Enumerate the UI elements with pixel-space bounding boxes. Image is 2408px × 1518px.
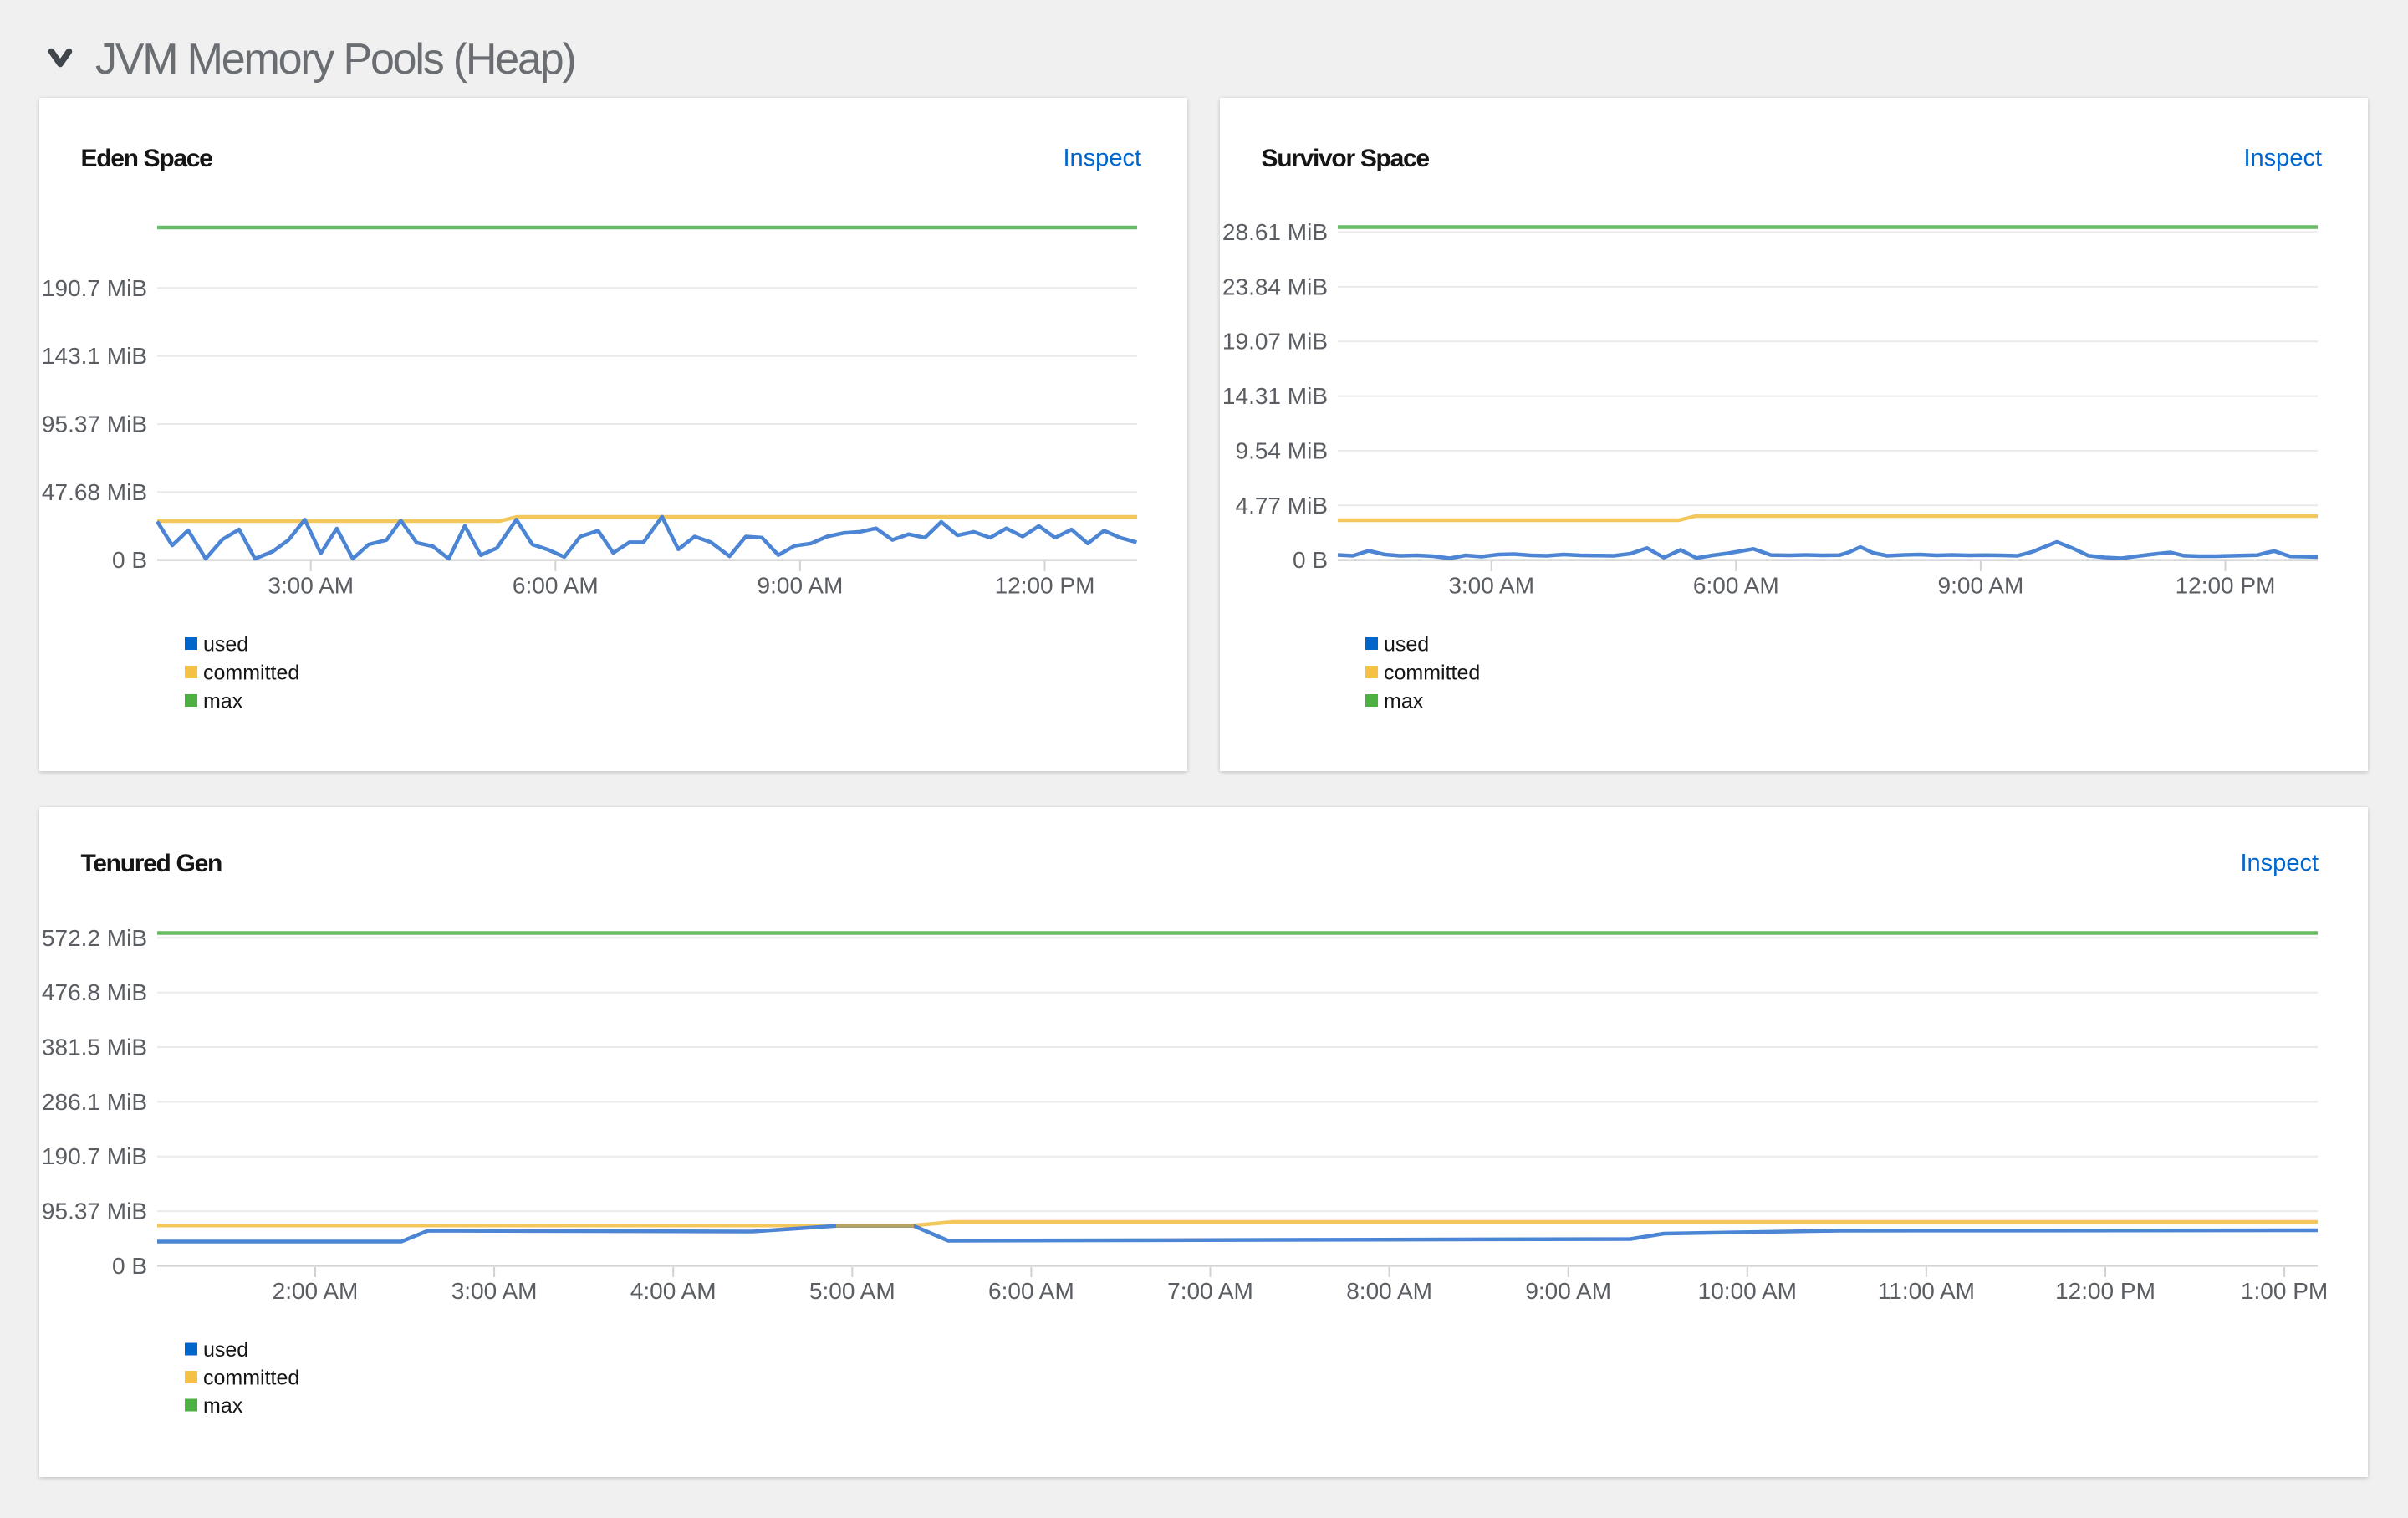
svg-text:Survivor Space: Survivor Space [1262,145,1430,172]
svg-text:143.1 MiB: 143.1 MiB [42,343,147,369]
svg-text:committed: committed [203,662,299,685]
svg-text:2:00 AM: 2:00 AM [273,1278,359,1304]
svg-text:Tenured Gen: Tenured Gen [81,850,222,877]
svg-text:12:00 PM: 12:00 PM [995,573,1095,599]
svg-text:286.1 MiB: 286.1 MiB [42,1089,147,1115]
svg-text:3:00 AM: 3:00 AM [1448,573,1534,599]
svg-text:9.54 MiB: 9.54 MiB [1236,437,1329,463]
svg-text:used: used [203,1338,248,1362]
svg-text:8:00 AM: 8:00 AM [1346,1278,1432,1304]
svg-text:9:00 AM: 9:00 AM [758,573,844,599]
svg-text:19.07 MiB: 19.07 MiB [1222,329,1328,355]
svg-text:Inspect: Inspect [1064,145,1142,171]
svg-text:3:00 AM: 3:00 AM [452,1278,538,1304]
svg-text:381.5 MiB: 381.5 MiB [42,1035,147,1061]
svg-text:6:00 AM: 6:00 AM [988,1278,1074,1304]
svg-text:Inspect: Inspect [2244,145,2323,171]
svg-text:0 B: 0 B [112,547,147,573]
svg-text:Inspect: Inspect [2241,850,2319,877]
svg-text:used: used [203,633,248,657]
svg-text:7:00 AM: 7:00 AM [1167,1278,1253,1304]
svg-text:6:00 AM: 6:00 AM [513,573,599,599]
svg-text:6:00 AM: 6:00 AM [1693,573,1779,599]
svg-text:95.37 MiB: 95.37 MiB [42,411,147,437]
svg-text:47.68 MiB: 47.68 MiB [42,479,147,505]
svg-text:committed: committed [1384,662,1480,685]
svg-text:11:00 AM: 11:00 AM [1878,1278,1975,1304]
svg-text:190.7 MiB: 190.7 MiB [42,1143,147,1169]
svg-text:23.84 MiB: 23.84 MiB [1222,273,1328,299]
svg-text:476.8 MiB: 476.8 MiB [42,979,147,1005]
svg-text:572.2 MiB: 572.2 MiB [42,925,147,951]
svg-text:4:00 AM: 4:00 AM [630,1278,717,1304]
svg-text:12:00 PM: 12:00 PM [2055,1278,2155,1304]
svg-text:0 B: 0 B [112,1253,147,1279]
svg-text:4.77 MiB: 4.77 MiB [1236,493,1329,519]
svg-text:0 B: 0 B [1293,547,1328,573]
svg-text:3:00 AM: 3:00 AM [268,573,354,599]
svg-text:5:00 AM: 5:00 AM [809,1278,895,1304]
svg-text:1:00 PM: 1:00 PM [2241,1278,2328,1304]
svg-text:max: max [203,690,243,713]
svg-text:9:00 AM: 9:00 AM [1938,573,2024,599]
svg-text:12:00 PM: 12:00 PM [2176,573,2276,599]
svg-text:9:00 AM: 9:00 AM [1525,1278,1611,1304]
svg-text:used: used [1384,633,1429,657]
svg-text:10:00 AM: 10:00 AM [1698,1278,1797,1304]
svg-text:28.61 MiB: 28.61 MiB [1222,219,1328,245]
svg-text:Eden Space: Eden Space [81,145,213,172]
svg-text:190.7 MiB: 190.7 MiB [42,275,147,301]
svg-text:max: max [1384,690,1424,713]
svg-text:committed: committed [203,1367,299,1390]
svg-text:max: max [203,1394,243,1418]
svg-text:95.37 MiB: 95.37 MiB [42,1199,147,1224]
svg-text:14.31 MiB: 14.31 MiB [1222,383,1328,409]
